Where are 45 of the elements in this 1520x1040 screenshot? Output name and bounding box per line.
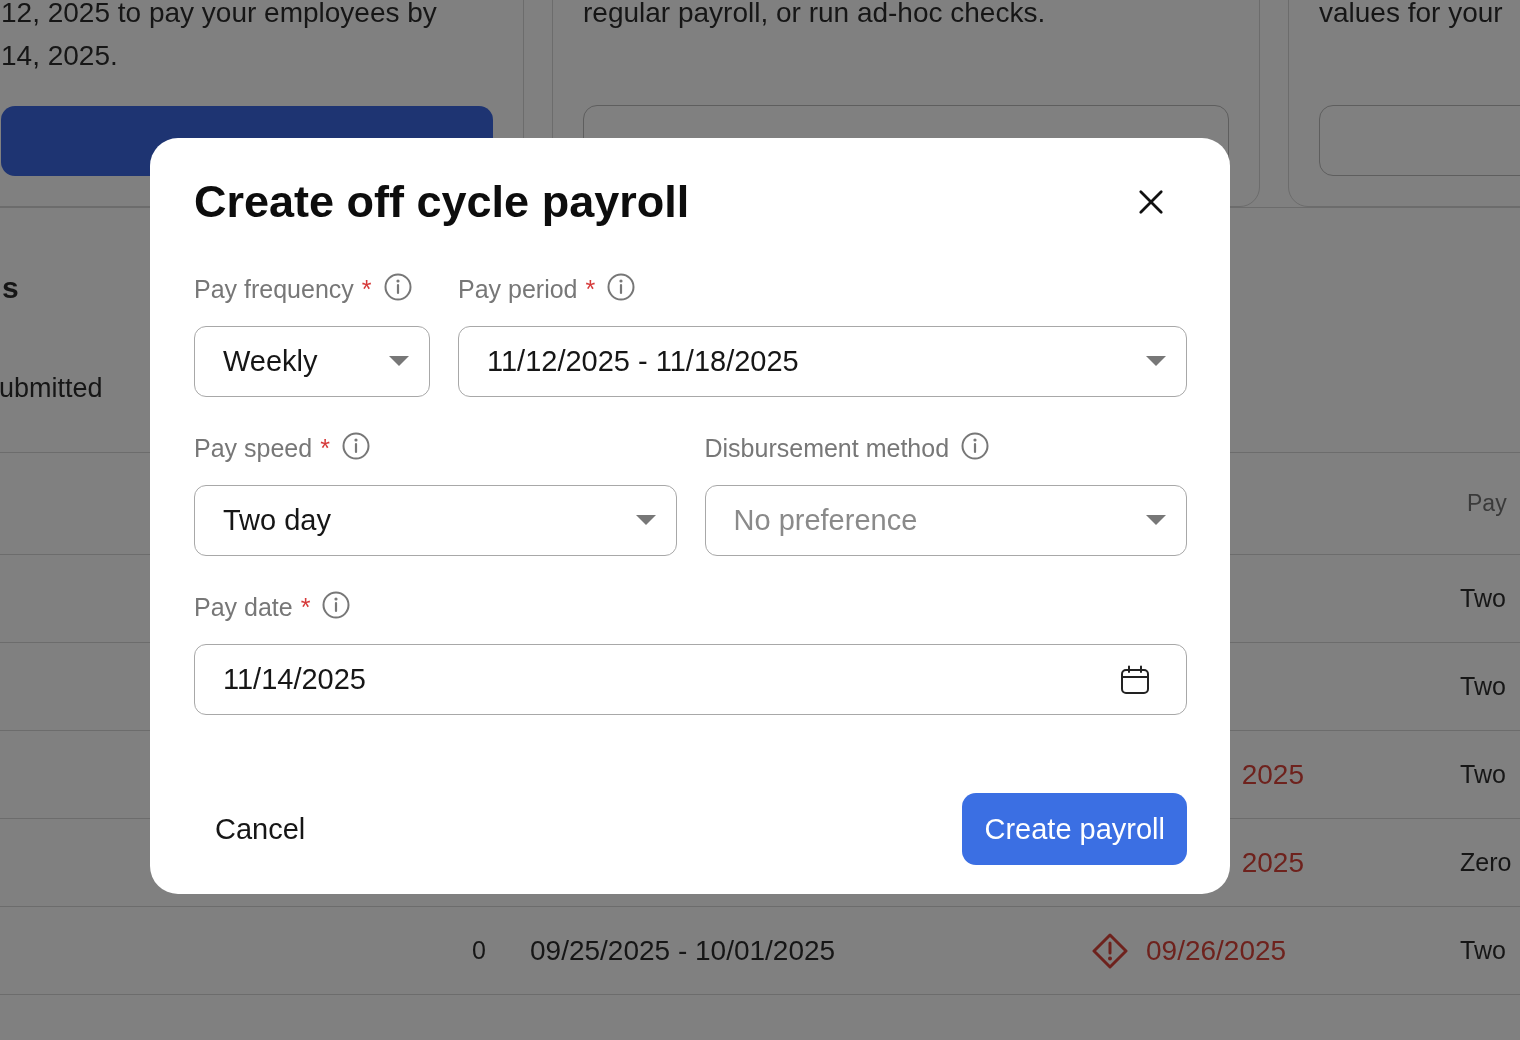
warning-icon (1092, 932, 1128, 969)
cancel-button[interactable]: Cancel (194, 802, 306, 856)
info-icon[interactable] (961, 432, 990, 460)
required-mark: * (585, 274, 596, 304)
card-text: 14, 2025. (1, 39, 118, 73)
caret-icon (635, 514, 656, 527)
create-payroll-button[interactable]: Create payroll (962, 793, 1187, 865)
table-cell: 09/26/2025 (1146, 934, 1287, 967)
section-subtitle: ubmitted (0, 372, 103, 405)
card-text: 12, 2025 to pay your employees by (1, 0, 437, 30)
table-cell: 2025 (1241, 846, 1304, 879)
table-cell: Two (1460, 936, 1506, 964)
required-mark: * (300, 592, 311, 622)
table-cell: 0 (472, 936, 486, 964)
table-cell: 09/25/2025 - 10/01/2025 (530, 934, 836, 966)
card-text: values for your (1319, 0, 1503, 30)
info-icon[interactable] (322, 591, 351, 619)
required-mark: * (320, 433, 330, 463)
close-icon[interactable] (1138, 189, 1164, 215)
table-cell: Two (1460, 672, 1506, 700)
section-title: s (2, 270, 19, 306)
caret-icon (1146, 355, 1166, 368)
field-label: Pay period (458, 274, 578, 304)
table-cell: Two (1460, 760, 1506, 788)
info-icon[interactable] (341, 432, 370, 460)
table-cell: Two (1460, 584, 1506, 612)
column-header: Pay (1466, 490, 1508, 517)
caret-icon (389, 355, 409, 368)
select-field[interactable]: 11/12/2025 - 11/18/2025 (458, 326, 1187, 397)
field-label: Disbursement method (704, 433, 950, 463)
date-field[interactable]: 11/14/2025 (194, 644, 1187, 715)
card-text: regular payroll, or run ad-hoc checks. (583, 0, 1046, 30)
select-field[interactable]: Weekly (194, 326, 430, 397)
info-icon[interactable] (607, 273, 636, 301)
field-label: Pay speed (194, 433, 313, 463)
caret-icon (1146, 514, 1166, 527)
dialog-title: Create off cycle payroll (194, 176, 690, 228)
field-label: Pay date (194, 592, 293, 622)
select-field[interactable]: Two day (194, 485, 677, 556)
table-cell: Zero (1460, 848, 1512, 876)
calendar-icon[interactable] (1120, 664, 1150, 695)
required-mark: * (361, 274, 372, 304)
field-label: Pay frequency (194, 274, 354, 304)
info-icon[interactable] (383, 273, 412, 301)
table-cell: 2025 (1241, 758, 1304, 791)
